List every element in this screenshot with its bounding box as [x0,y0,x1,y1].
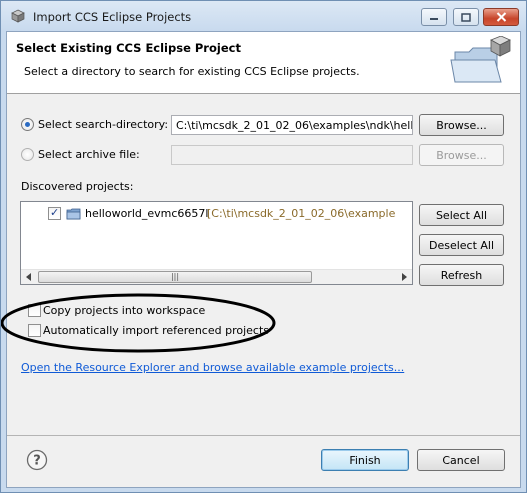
maximize-button[interactable] [453,8,479,26]
maximize-icon [461,12,471,22]
archive-file-label: Select archive file: [38,148,140,161]
copy-projects-label: Copy projects into workspace [43,304,206,317]
auto-import-checkbox[interactable] [28,324,41,337]
folder-icon [66,208,81,220]
dialog-content: Select Existing CCS Eclipse Project Sele… [6,31,521,488]
search-directory-field[interactable]: C:\ti\mcsdk_2_01_02_06\examples\ndk\hell… [171,115,413,135]
search-directory-label: Select search-directory: [38,118,169,131]
import-dialog-window: Import CCS Eclipse Projects Select Exist… [0,0,527,493]
refresh-button[interactable]: Refresh [419,264,504,286]
horizontal-scrollbar[interactable]: ||| [21,269,412,284]
search-directory-radio[interactable] [21,118,34,131]
scroll-left-icon[interactable] [25,273,32,281]
close-window-button[interactable] [483,8,519,26]
projects-list[interactable]: helloworld_evmc6657l [C:\ti\mcsdk_2_01_0… [20,201,413,285]
deselect-all-button[interactable]: Deselect All [419,234,504,256]
cancel-button[interactable]: Cancel [417,449,505,471]
list-item[interactable]: helloworld_evmc6657l [C:\ti\mcsdk_2_01_0… [21,206,396,222]
footer-divider [7,435,520,436]
window-title: Import CCS Eclipse Projects [33,10,192,24]
scrollbar-thumb[interactable]: ||| [38,271,312,283]
copy-projects-checkbox[interactable] [28,304,41,317]
import-folder-banner-icon [450,36,511,83]
browse-archive-button[interactable]: Browse... [419,144,504,166]
help-icon[interactable]: ? [26,449,48,471]
close-icon [496,12,506,22]
resource-explorer-link[interactable]: Open the Resource Explorer and browse av… [21,361,404,374]
browse-directory-button[interactable]: Browse... [419,114,504,136]
minimize-button[interactable] [421,8,447,26]
archive-file-radio[interactable] [21,148,34,161]
finish-button[interactable]: Finish [321,449,409,471]
page-title: Select Existing CCS Eclipse Project [16,41,241,55]
wizard-header: Select Existing CCS Eclipse Project Sele… [7,32,520,94]
discovered-projects-label: Discovered projects: [21,180,134,193]
svg-text:?: ? [33,454,41,469]
title-bar[interactable]: Import CCS Eclipse Projects [1,1,526,31]
minimize-icon [430,18,438,20]
project-path: [C:\ti\mcsdk_2_01_02_06\examples\ndk [207,207,396,220]
project-checkbox[interactable] [48,206,61,220]
page-description: Select a directory to search for existin… [24,65,360,78]
auto-import-label: Automatically import referenced projects [43,324,269,337]
select-all-button[interactable]: Select All [419,204,504,226]
archive-file-field[interactable] [171,145,413,165]
scroll-right-icon[interactable] [401,273,408,281]
ccs-cube-icon [11,9,25,23]
project-name: helloworld_evmc6657l [85,207,209,220]
